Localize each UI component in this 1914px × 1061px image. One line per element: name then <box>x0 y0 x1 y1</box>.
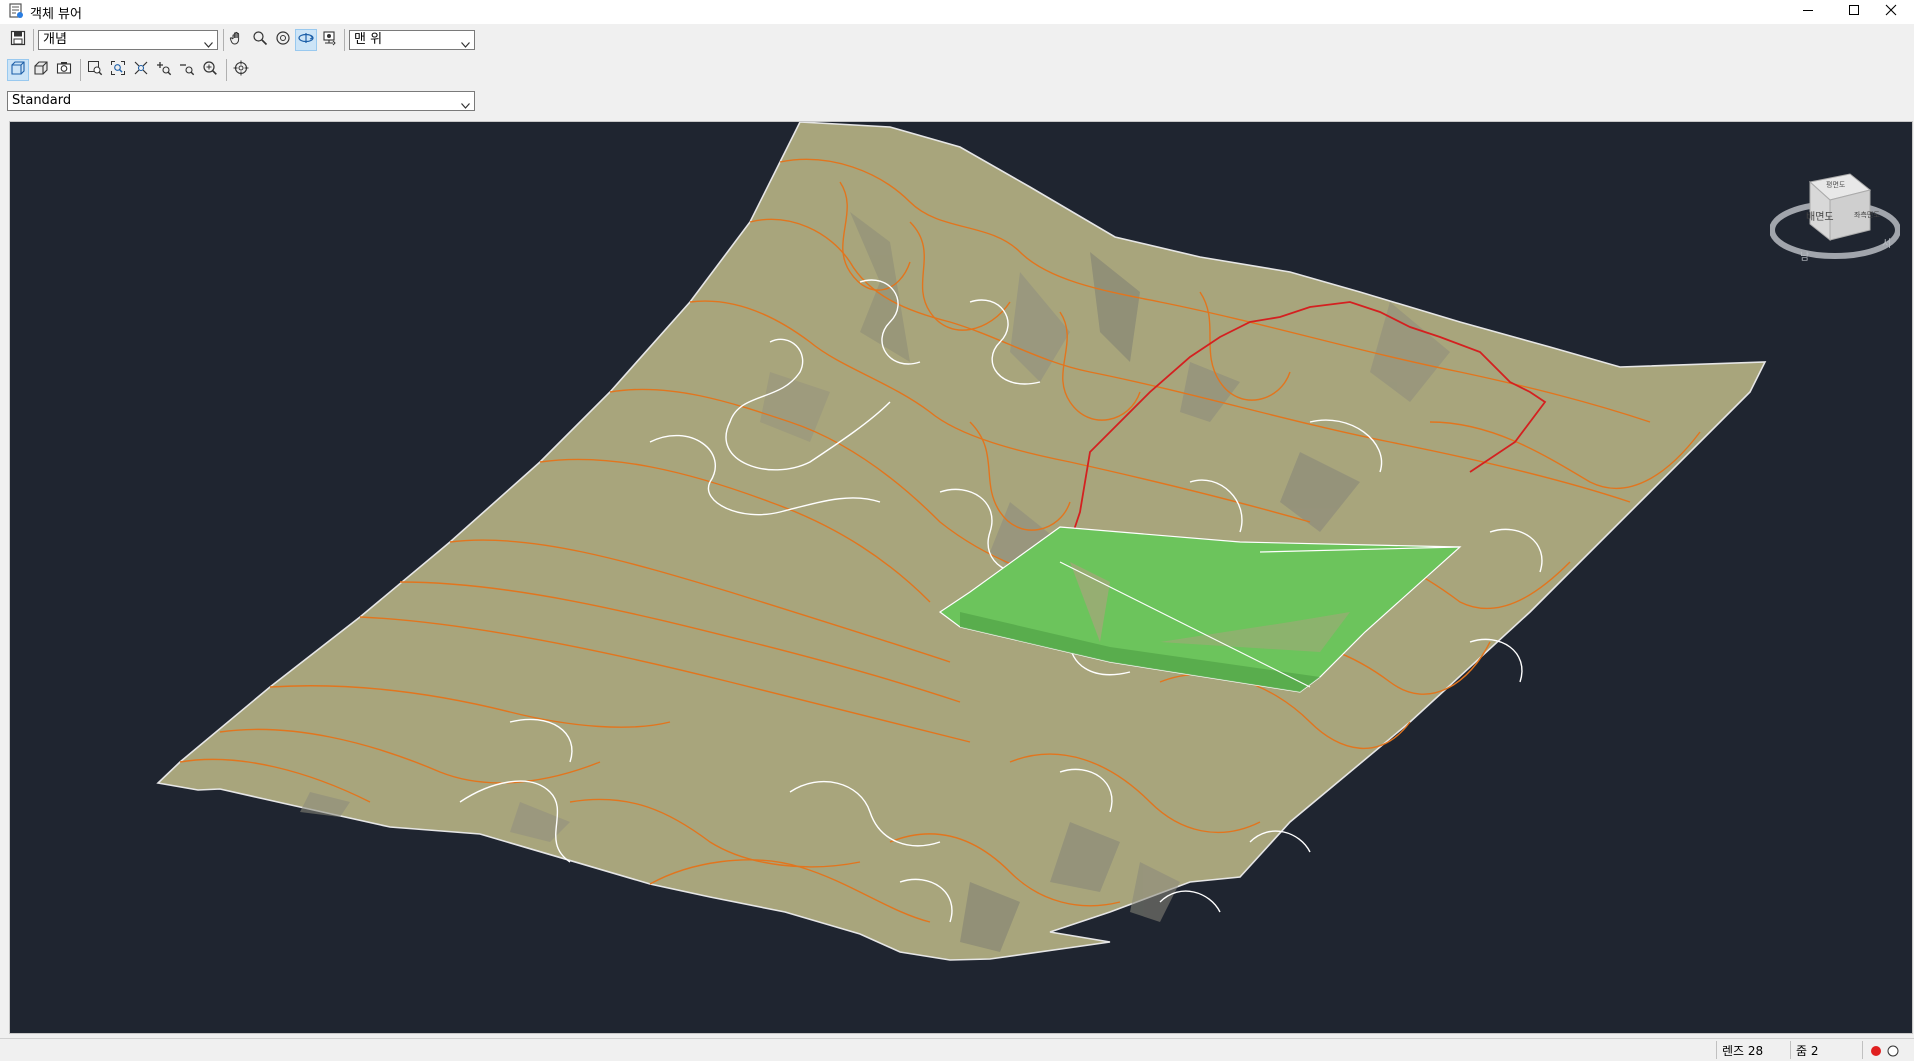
compass-west-label: 서 <box>1882 239 1892 250</box>
target-icon <box>233 60 249 80</box>
toolbar-separator <box>33 29 34 51</box>
save-button[interactable] <box>7 29 29 51</box>
viewcube-face-label: 배면도 <box>1806 212 1834 223</box>
chevron-down-icon <box>204 36 213 48</box>
zoom-window-icon <box>87 60 103 80</box>
record-icon[interactable] <box>1870 1045 1882 1061</box>
zoom-all-button[interactable] <box>130 59 152 81</box>
parallel-projection-icon <box>10 60 26 80</box>
camera-icon <box>56 60 72 80</box>
compass-south-label: 남 <box>1800 252 1810 263</box>
zoom-icon <box>252 30 268 50</box>
view-select[interactable]: 맨 위 <box>349 30 475 50</box>
zoom-in-button[interactable] <box>153 59 175 81</box>
pan-icon <box>229 30 245 50</box>
zoom-all-icon <box>133 60 149 80</box>
save-icon <box>10 30 26 50</box>
viewcube-side-label: 좌측면도 <box>1854 211 1880 219</box>
free-orbit-icon <box>298 30 314 50</box>
maximize-icon <box>1848 4 1860 20</box>
status-divider <box>1790 1041 1791 1059</box>
toolbar-separator <box>344 29 345 51</box>
view-value: 맨 위 <box>354 32 383 47</box>
status-bar: 렌즈 28 줌 2 <box>0 1038 1914 1060</box>
terrain-surface-canvas[interactable] <box>10 122 1913 1034</box>
view-toolbar <box>0 56 478 84</box>
zoom-out-button[interactable] <box>176 59 198 81</box>
toolbar-separator <box>80 59 81 81</box>
minimize-button[interactable] <box>1785 0 1831 24</box>
viewcube-top-label: 평면도 <box>1826 181 1846 189</box>
circle-toggle-icon[interactable] <box>1887 1045 1899 1061</box>
zoom-extents-icon <box>110 60 126 80</box>
visual-style-select[interactable]: 개념 <box>38 30 218 50</box>
orbit-button[interactable] <box>272 29 294 51</box>
perspective-button[interactable] <box>30 59 52 81</box>
chevron-down-icon <box>461 36 470 48</box>
zoom-realtime-button[interactable] <box>199 59 221 81</box>
zoom-in-icon <box>156 60 172 80</box>
zoom-button[interactable] <box>249 29 271 51</box>
status-divider <box>1862 1041 1863 1059</box>
continuous-orbit-button[interactable] <box>318 29 340 51</box>
free-orbit-button[interactable] <box>295 29 317 51</box>
3d-viewport[interactable]: 평면도 배면도 좌측면도 서 남 <box>9 121 1913 1034</box>
zoom-realtime-icon <box>202 60 218 80</box>
zoom-readout: 줌 2 <box>1796 1044 1819 1058</box>
zoom-extents-button[interactable] <box>107 59 129 81</box>
pan-button[interactable] <box>226 29 248 51</box>
zoom-out-icon <box>179 60 195 80</box>
parallel-projection-button[interactable] <box>7 59 29 81</box>
continuous-orbit-icon <box>321 30 337 50</box>
lens-readout: 렌즈 28 <box>1722 1044 1764 1058</box>
status-divider <box>1716 1041 1717 1059</box>
terrain-surface <box>156 122 1767 961</box>
viewcube-graphic[interactable] <box>1769 160 1901 270</box>
style-select[interactable]: Standard <box>7 91 475 111</box>
close-icon <box>1885 4 1897 20</box>
target-button[interactable] <box>230 59 252 81</box>
toolbar-separator <box>226 59 227 81</box>
title-bar: 객체 뷰어 <box>0 0 1914 24</box>
style-value: Standard <box>12 93 72 108</box>
style-bar: Standard <box>0 88 478 116</box>
window-title: 객체 뷰어 <box>30 7 82 22</box>
chevron-down-icon <box>461 97 470 109</box>
orbit-icon <box>275 30 291 50</box>
camera-button[interactable] <box>53 59 75 81</box>
close-button[interactable] <box>1868 0 1914 24</box>
viewcube[interactable]: 평면도 배면도 좌측면도 서 남 <box>1769 160 1901 270</box>
object-viewer-icon <box>8 2 26 20</box>
zoom-window-button[interactable] <box>84 59 106 81</box>
toolbar-separator <box>223 29 224 51</box>
main-toolbar: 개념 맨 위 <box>0 26 478 54</box>
perspective-icon <box>33 60 49 80</box>
minimize-icon <box>1802 4 1814 20</box>
visual-style-value: 개념 <box>43 32 67 47</box>
